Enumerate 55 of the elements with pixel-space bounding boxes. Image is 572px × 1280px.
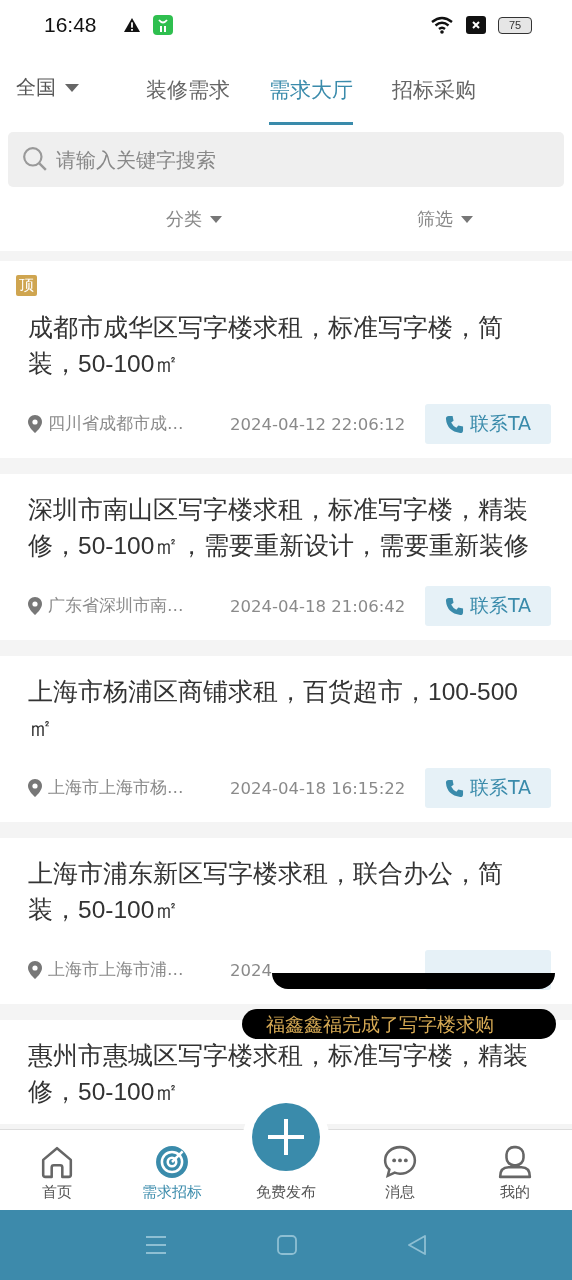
home-square-icon[interactable] [277,1235,297,1255]
location-pin-icon [28,597,42,615]
message-toast: 福鑫鑫福完成了写字楼求购 [242,1009,556,1039]
battery-indicator: 75 [498,16,532,34]
nav-item[interactable]: 消息 [343,1130,458,1210]
location-pin-icon [28,961,42,979]
listing-card[interactable]: 顶 成都市成华区写字楼求租，标准写字楼，简装，50-100㎡ 四川省成都市成… 2024-04-12 22:06:12 联系TA [0,261,572,458]
nav-item[interactable]: 需求招标 [114,1130,229,1210]
search-field[interactable]: 请输入关键字搜索 [8,132,564,187]
location-text: 上海市上海市杨… [48,777,184,799]
date-text: 2024-04-18 16:15:22 [230,778,406,798]
location-text: 广东省深圳市南… [48,595,184,617]
tab[interactable]: 需求大厅 [269,50,353,125]
listing-title: 上海市杨浦区商铺求租，百货超市，100-500㎡ [28,677,519,743]
listing-card[interactable]: 深圳市南山区写字楼求租，标准写字楼，精装修，50-100㎡，需要重新设计，需要重新装修 广东省深圳市南… 2024-04-18 21:06:42 联系TA [0,474,572,640]
phone-icon [444,596,464,616]
caret-icon [209,215,222,223]
close-icon [466,16,486,34]
listing-title: 深圳市南山区写字楼求租，标准写字楼，精装修，50-100㎡，需要重新设计，需要重新装修 [28,495,531,561]
filter-dropdown[interactable]: 筛选 [416,207,473,231]
tab[interactable]: 招标采购 [392,50,476,125]
wifi-icon [430,15,454,35]
chat-bubble-icon [383,1145,418,1179]
region-dropdown[interactable]: 全国 [16,74,146,101]
nav-item[interactable]: 首页 [0,1130,115,1210]
phone-icon [444,778,464,798]
caret-icon [460,215,473,223]
back-icon[interactable] [407,1235,427,1255]
listing-card[interactable]: 上海市浦东新区写字楼求租，联合办公，简装，50-100㎡ 上海市上海市浦… 2024 [0,838,572,1004]
listing-title: 惠州市惠城区写字楼求租，标准写字楼，精装修，50-100㎡ [28,1041,529,1107]
listing-title: 成都市成华区写字楼求租，标准写字楼，简装，50-100㎡ [28,313,504,379]
search-icon [22,146,48,172]
app-icon [152,15,173,35]
date-text: 2024-04-18 21:06:42 [230,596,406,616]
date-text: 2024 [230,960,272,980]
warning-icon [122,17,141,33]
pin-badge: 顶 [16,275,37,296]
location-text: 上海市上海市浦… [48,959,184,981]
location-pin-icon [28,779,42,797]
plus-icon [251,1101,321,1172]
tab[interactable]: 装修需求 [146,50,230,125]
listing-title: 上海市浦东新区写字楼求租，联合办公，简装，50-100㎡ [28,859,504,925]
target-icon [154,1145,189,1179]
menu-icon[interactable] [145,1235,167,1255]
location-pin-icon [28,415,42,433]
filter-dropdown[interactable]: 分类 [165,207,222,231]
clock-time: 16:48 [44,13,97,37]
phone-icon [444,414,464,434]
home-icon [40,1145,75,1179]
person-icon [497,1145,532,1179]
date-text: 2024-04-12 22:06:12 [230,414,406,434]
listing-card[interactable]: 上海市杨浦区商铺求租，百货超市，100-500㎡ 上海市上海市杨… 2024-04-18 16:15:22 联系TA [0,656,572,822]
location-text: 四川省成都市成… [48,413,184,435]
nav-item[interactable]: 我的 [457,1130,572,1210]
caret-icon [65,83,79,92]
